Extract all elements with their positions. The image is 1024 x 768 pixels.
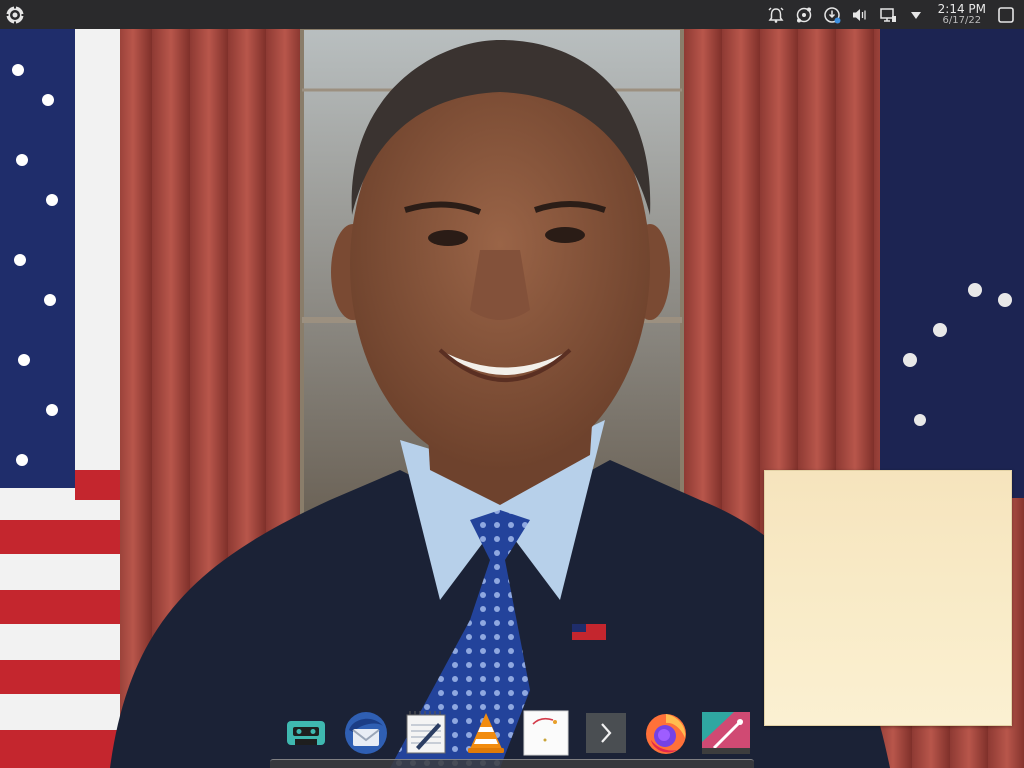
tape-recorder-icon[interactable] bbox=[282, 709, 330, 757]
dock bbox=[278, 704, 754, 762]
thunderbird-mail-icon[interactable] bbox=[342, 709, 390, 757]
digital-clock[interactable]: 2:14 PM 6/17/22 bbox=[938, 3, 986, 26]
image-viewer-icon[interactable] bbox=[522, 709, 570, 757]
terminal-icon[interactable] bbox=[582, 709, 630, 757]
network-wired-icon[interactable] bbox=[878, 5, 898, 25]
application-launcher-button[interactable] bbox=[4, 4, 26, 26]
vlc-player-icon[interactable] bbox=[462, 709, 510, 757]
top-panel: 2:14 PM 6/17/22 bbox=[0, 0, 1024, 29]
text-editor-icon[interactable] bbox=[402, 709, 450, 757]
expand-tray-icon[interactable] bbox=[906, 5, 926, 25]
sticky-note-widget[interactable] bbox=[764, 470, 1012, 726]
show-desktop-button[interactable] bbox=[996, 5, 1016, 25]
volume-muted-icon[interactable] bbox=[850, 5, 870, 25]
system-tray: 2:14 PM 6/17/22 bbox=[762, 0, 1024, 29]
desktop[interactable]: 2:14 PM 6/17/22 bbox=[0, 0, 1024, 768]
graphics-app-icon[interactable] bbox=[702, 709, 750, 757]
alarm-icon[interactable] bbox=[766, 5, 786, 25]
clock-time: 2:14 PM bbox=[937, 2, 986, 16]
clock-date: 6/17/22 bbox=[942, 15, 982, 26]
firefox-browser-icon[interactable] bbox=[642, 709, 690, 757]
show-desktop-icon bbox=[998, 6, 1014, 23]
launcher-gear-icon bbox=[5, 5, 25, 24]
network-share-icon[interactable] bbox=[794, 5, 814, 25]
updates-icon[interactable] bbox=[822, 5, 842, 25]
